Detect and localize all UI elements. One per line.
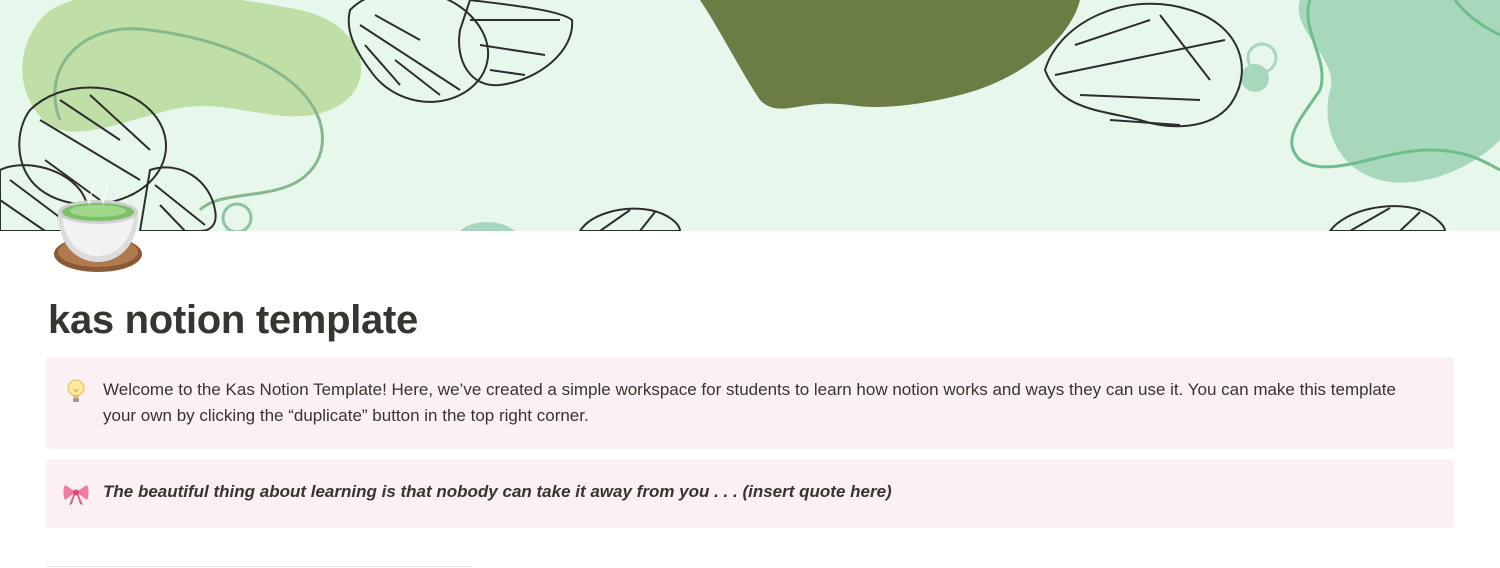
ribbon-bow-icon[interactable]: [62, 479, 90, 507]
page-title[interactable]: kas notion template: [48, 292, 418, 348]
lightbulb-icon[interactable]: [62, 377, 90, 405]
welcome-callout-text: Welcome to the Kas Notion Template! Here…: [103, 380, 1396, 425]
quote-callout-text: The beautiful thing about learning is th…: [103, 482, 892, 501]
quote-callout[interactable]: The beautiful thing about learning is th…: [46, 459, 1454, 528]
divider: [46, 566, 472, 567]
welcome-callout[interactable]: Welcome to the Kas Notion Template! Here…: [46, 357, 1454, 449]
monstera-cover-art: [0, 0, 1500, 231]
cover-image[interactable]: [0, 0, 1500, 231]
notion-page: kas notion template Welcome to the Kas N…: [0, 0, 1500, 568]
hot-tea-cup-icon[interactable]: [50, 182, 146, 278]
